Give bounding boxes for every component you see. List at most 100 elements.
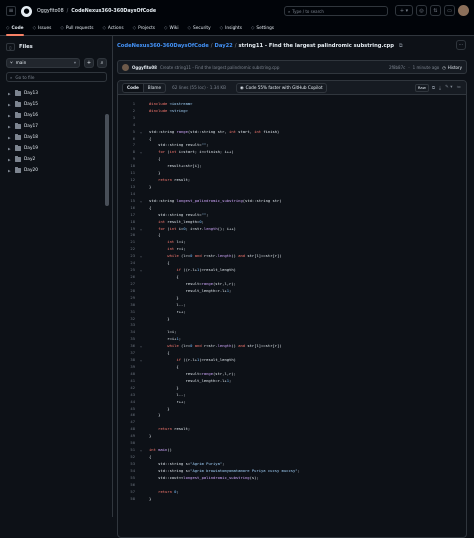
line-number[interactable]: 51 <box>118 447 138 452</box>
pull-requests-icon[interactable]: ⇅ <box>430 5 441 16</box>
edit-icon[interactable]: ✎ ▾ <box>444 85 453 90</box>
tab-issues[interactable]: ◇ Issues <box>33 22 52 36</box>
raw-button[interactable]: Raw <box>414 83 429 92</box>
line-number[interactable]: 8 <box>118 149 138 154</box>
line-number[interactable]: 32 <box>118 316 138 321</box>
line-number[interactable]: 44 <box>118 399 138 404</box>
line-number[interactable]: 38 <box>118 357 138 362</box>
line-number[interactable]: 24 <box>118 260 138 265</box>
code-tab[interactable]: Code <box>123 83 144 92</box>
line-number[interactable]: 18 <box>118 219 138 224</box>
line-number[interactable]: 2 <box>118 108 138 113</box>
line-number[interactable]: 57 <box>118 489 138 494</box>
copy-icon[interactable]: ⧉ <box>431 85 436 91</box>
line-number[interactable]: 53 <box>118 461 138 466</box>
line-number[interactable]: 15 <box>118 198 138 203</box>
line-number[interactable]: 40 <box>118 371 138 376</box>
line-number[interactable]: 46 <box>118 412 138 417</box>
line-number[interactable]: 5 <box>118 129 138 134</box>
line-number[interactable]: 26 <box>118 274 138 279</box>
line-number[interactable]: 7 <box>118 142 138 147</box>
line-number[interactable]: 28 <box>118 288 138 293</box>
tab-security[interactable]: ◇ Security <box>188 22 211 36</box>
sidebar-scrollbar[interactable] <box>105 114 109 206</box>
search-input[interactable]: ⌕ Type / to search <box>284 6 388 16</box>
repo-link[interactable]: CodeNexus360-360DaysOfCode <box>71 9 156 14</box>
line-number[interactable]: 19 <box>118 226 138 231</box>
line-number[interactable]: 17 <box>118 212 138 217</box>
line-number[interactable]: 23 <box>118 253 138 258</box>
tab-pull-requests[interactable]: ◇ Pull requests <box>60 22 93 36</box>
line-number[interactable]: 16 <box>118 205 138 210</box>
line-number[interactable]: 55 <box>118 475 138 480</box>
tree-item-folder[interactable]: ▶ Day2 <box>6 154 104 165</box>
download-icon[interactable]: ⤓ <box>438 85 442 91</box>
line-number[interactable]: 9 <box>118 156 138 161</box>
breadcrumb-repo-link[interactable]: CodeNexus360-360DaysOfCode <box>117 43 209 49</box>
tree-item-folder[interactable]: ▶ Day19 <box>6 143 104 154</box>
menu-icon[interactable]: ≡ <box>6 6 16 16</box>
go-to-file-input[interactable]: ⌕ Go to file <box>6 72 107 82</box>
line-number[interactable]: 20 <box>118 232 138 237</box>
tree-item-folder[interactable]: ▶ Day15 <box>6 99 104 110</box>
line-number[interactable]: 42 <box>118 385 138 390</box>
tab-projects[interactable]: ◇ Projects <box>133 22 155 36</box>
inbox-icon[interactable]: ▭ <box>444 5 455 16</box>
github-logo-icon[interactable]: ● <box>21 5 32 17</box>
tab-wiki[interactable]: ◇ Wiki <box>164 22 179 36</box>
line-number[interactable]: 45 <box>118 406 138 411</box>
line-number[interactable]: 29 <box>118 295 138 300</box>
plus-icon[interactable]: + ▾ <box>395 5 413 16</box>
line-number[interactable]: 30 <box>118 302 138 307</box>
line-number[interactable]: 37 <box>118 350 138 355</box>
line-number[interactable]: 11 <box>118 170 138 175</box>
line-number[interactable]: 43 <box>118 392 138 397</box>
history-button[interactable]: ◷ History <box>442 65 462 70</box>
line-number[interactable]: 14 <box>118 191 138 196</box>
tab-settings[interactable]: ◇ Settings <box>251 22 274 36</box>
line-number[interactable]: 21 <box>118 239 138 244</box>
line-number[interactable]: 10 <box>118 163 138 168</box>
line-number[interactable]: 6 <box>118 136 138 141</box>
tab-actions[interactable]: ◇ Actions <box>102 22 123 36</box>
avatar[interactable] <box>458 5 469 16</box>
avatar[interactable] <box>122 63 129 71</box>
tab-code[interactable]: ◇ Code <box>6 22 24 36</box>
line-number[interactable]: 3 <box>118 115 138 120</box>
tree-item-folder[interactable]: ▶ Day20 <box>6 165 104 176</box>
tab-insights[interactable]: ◇ Insights <box>220 22 242 36</box>
commit-hash[interactable]: 2f8b87c <box>389 65 405 70</box>
more-options-icon[interactable]: ⋯ <box>456 40 466 50</box>
commit-author[interactable]: Oggyfito08 <box>132 65 157 70</box>
line-number[interactable]: 4 <box>118 122 138 127</box>
line-number[interactable]: 36 <box>118 343 138 348</box>
line-number[interactable]: 39 <box>118 364 138 369</box>
line-number[interactable]: 48 <box>118 426 138 431</box>
branch-selector[interactable]: ⑂ main ▾ <box>6 58 80 68</box>
line-number[interactable]: 25 <box>118 267 138 272</box>
line-number[interactable]: 27 <box>118 281 138 286</box>
blame-tab[interactable]: Blame <box>144 84 165 92</box>
line-number[interactable]: 47 <box>118 419 138 424</box>
line-number[interactable]: 58 <box>118 496 138 501</box>
line-number[interactable]: 54 <box>118 468 138 473</box>
tree-item-folder[interactable]: ▶ Day16 <box>6 110 104 121</box>
line-number[interactable]: 22 <box>118 246 138 251</box>
line-number[interactable]: 1 <box>118 101 138 106</box>
line-number[interactable]: 49 <box>118 433 138 438</box>
line-number[interactable]: 52 <box>118 454 138 459</box>
line-number[interactable]: 50 <box>118 440 138 445</box>
line-number[interactable]: 13 <box>118 184 138 189</box>
line-number[interactable]: 34 <box>118 329 138 334</box>
copy-path-icon[interactable]: ⧉ <box>399 43 403 49</box>
tree-item-folder[interactable]: ▶ Day13 <box>6 88 104 99</box>
line-number[interactable]: 31 <box>118 309 138 314</box>
search-files-button[interactable]: ⌕ <box>97 58 107 68</box>
owner-link[interactable]: Oggyfito08 <box>37 9 64 14</box>
collapse-panel-icon[interactable]: ▯ <box>6 43 15 51</box>
line-number[interactable]: 12 <box>118 177 138 182</box>
tree-item-folder[interactable]: ▶ Day17 <box>6 121 104 132</box>
code-area[interactable]: 1 #include <iostream> 2 #include <string> 3 4… <box>118 95 466 501</box>
breadcrumb-folder-link[interactable]: Day22 <box>215 43 233 49</box>
add-file-button[interactable]: + <box>84 58 94 68</box>
